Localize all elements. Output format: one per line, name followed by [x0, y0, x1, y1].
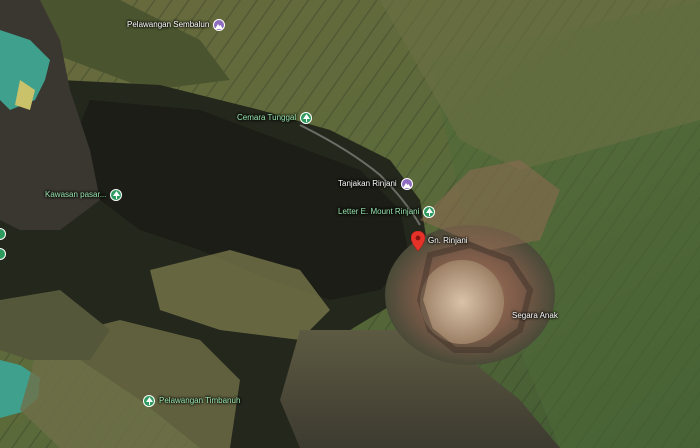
- red-location-pin-icon[interactable]: [411, 231, 425, 251]
- place-label: Kawasan pasar...: [45, 190, 107, 199]
- selected-place-label[interactable]: Gn. Rinjani: [428, 236, 468, 246]
- place-label: Pelawangan Timbanuh: [159, 396, 241, 405]
- place-label: Pelawangan Sembalun: [127, 20, 210, 29]
- place-segara-anak[interactable]: Segara Anak: [512, 311, 558, 321]
- place-kawasan-pasar[interactable]: Kawasan pasar...: [45, 189, 123, 201]
- park-icon: [300, 112, 313, 124]
- park-icon: [110, 189, 123, 201]
- satellite-map[interactable]: Pelawangan Sembalun Cemara Tunggal Tanja…: [0, 0, 700, 448]
- place-label: Cemara Tunggal: [237, 113, 297, 122]
- place-letter-e-mount-rinjani[interactable]: Letter E. Mount Rinjani: [338, 206, 436, 218]
- place-cemara-tunggal[interactable]: Cemara Tunggal: [237, 112, 313, 124]
- place-pelawangan-timbanuh[interactable]: Pelawangan Timbanuh: [143, 395, 240, 407]
- park-icon: [143, 395, 155, 407]
- park-icon: [423, 206, 436, 218]
- place-label: Tanjakan Rinjani: [338, 179, 397, 188]
- place-tanjakan-rinjani[interactable]: Tanjakan Rinjani: [338, 178, 413, 190]
- place-pelawangan-sembalun[interactable]: Pelawangan Sembalun: [127, 19, 226, 31]
- mountain-icon: [213, 19, 226, 31]
- place-label: Letter E. Mount Rinjani: [338, 207, 420, 216]
- mountain-icon: [400, 178, 413, 190]
- satellite-terrain: [0, 0, 700, 448]
